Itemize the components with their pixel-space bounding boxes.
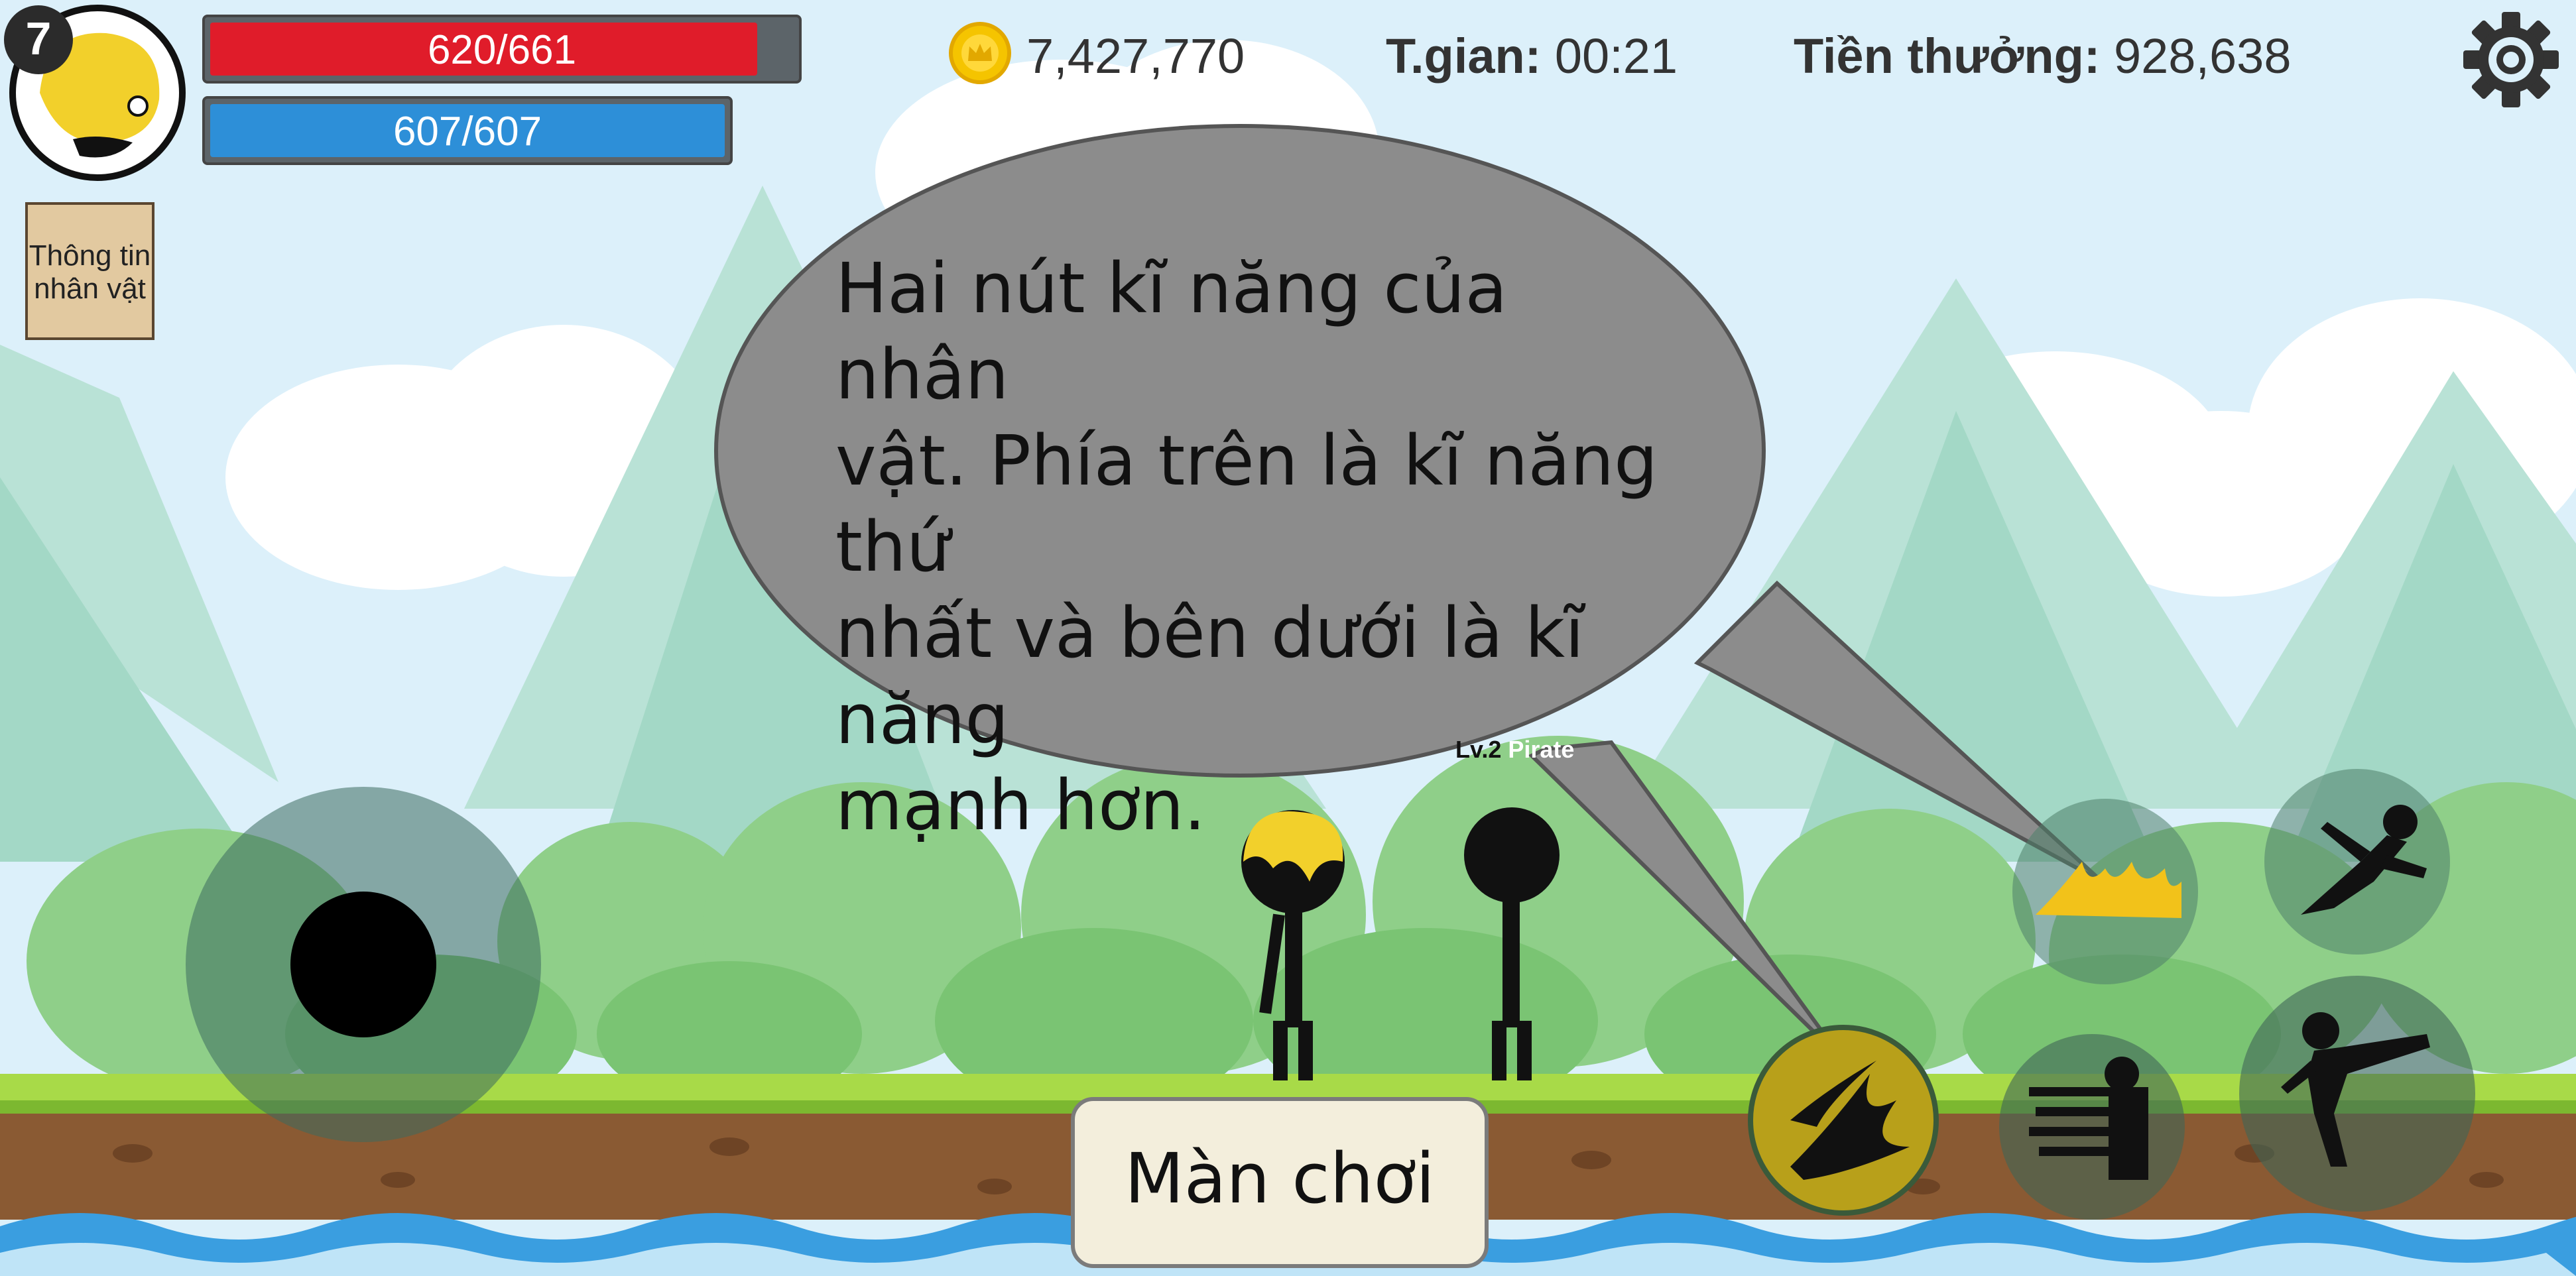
reward: Tiền thưởng: 928,638 bbox=[1794, 28, 2292, 84]
character-info-button[interactable]: Thông tin nhân vật bbox=[25, 202, 154, 340]
coin-icon bbox=[949, 22, 1011, 84]
combo-button[interactable] bbox=[1999, 1034, 2185, 1220]
mp-bar: 607/607 bbox=[202, 96, 733, 165]
character-info-line1: Thông tin bbox=[29, 239, 151, 272]
reward-label: Tiền thưởng: bbox=[1794, 29, 2101, 84]
joystick[interactable] bbox=[186, 787, 541, 1142]
level-badge-text: 7 bbox=[25, 13, 52, 64]
dash-button[interactable] bbox=[2264, 769, 2450, 955]
timer-label: T.gian: bbox=[1386, 29, 1542, 84]
timer-value: 00:21 bbox=[1554, 29, 1678, 84]
character-info-line2: nhân vật bbox=[34, 272, 146, 305]
coin-count: 7,427,770 bbox=[1026, 29, 1245, 84]
enemy-label: Lv.2 Pirate bbox=[1455, 736, 1574, 764]
tutorial-line-2: vật. Phía trên là kĩ năng thứ bbox=[835, 420, 1658, 587]
mp-text: 607/607 bbox=[393, 109, 542, 154]
level-select-label: Màn chơi bbox=[1124, 1138, 1436, 1219]
gear-icon[interactable] bbox=[2463, 12, 2559, 107]
timer: T.gian: 00:21 bbox=[1386, 28, 1678, 84]
hp-bar: 620/661 bbox=[202, 15, 802, 84]
enemy-name: Pirate bbox=[1508, 736, 1575, 763]
level-select-button[interactable]: Màn chơi bbox=[1071, 1097, 1489, 1268]
reward-value: 928,638 bbox=[2114, 29, 2292, 84]
hp-text: 620/661 bbox=[427, 27, 577, 73]
skill-2-button[interactable] bbox=[1748, 1025, 1939, 1216]
kick-button[interactable] bbox=[2239, 976, 2475, 1212]
tutorial-line-1: Hai nút kĩ năng của nhân bbox=[835, 248, 1508, 415]
skill-1-button[interactable] bbox=[2012, 799, 2198, 984]
enemy-level: Lv.2 bbox=[1455, 736, 1502, 763]
tutorial-line-4: mạnh hơn. bbox=[835, 765, 1206, 846]
